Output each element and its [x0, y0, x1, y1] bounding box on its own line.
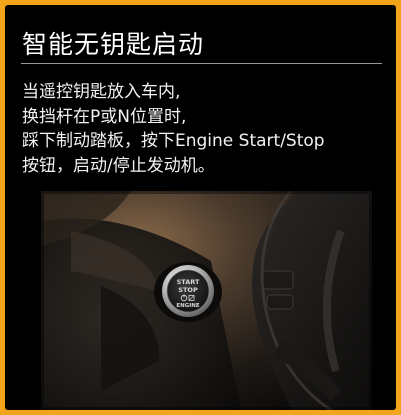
feature-title: 智能无钥匙启动: [22, 30, 205, 59]
description-line: 踩下制动踏板，按下Engine Start/Stop: [22, 131, 325, 151]
feature-card: 智能无钥匙启动 当遥控钥匙放入车内, 换挡杆在P或N位置时, 踩下制动踏板，按下…: [5, 5, 396, 410]
description-line: 当遥控钥匙放入车内,: [22, 82, 181, 102]
feature-description: 当遥控钥匙放入车内, 换挡杆在P或N位置时, 踩下制动踏板，按下Engine S…: [22, 80, 392, 178]
title-divider: [21, 63, 382, 64]
button-label-stop: STOP: [178, 286, 198, 294]
description-line: 换挡杆在P或N位置时,: [22, 106, 187, 127]
description-line: 按钮，启动/停止发动机。: [22, 155, 215, 176]
start-button-photo: START STOP ENGINE: [41, 191, 372, 410]
button-label-start: START: [177, 278, 200, 286]
button-label-engine: ENGINE: [176, 303, 200, 309]
